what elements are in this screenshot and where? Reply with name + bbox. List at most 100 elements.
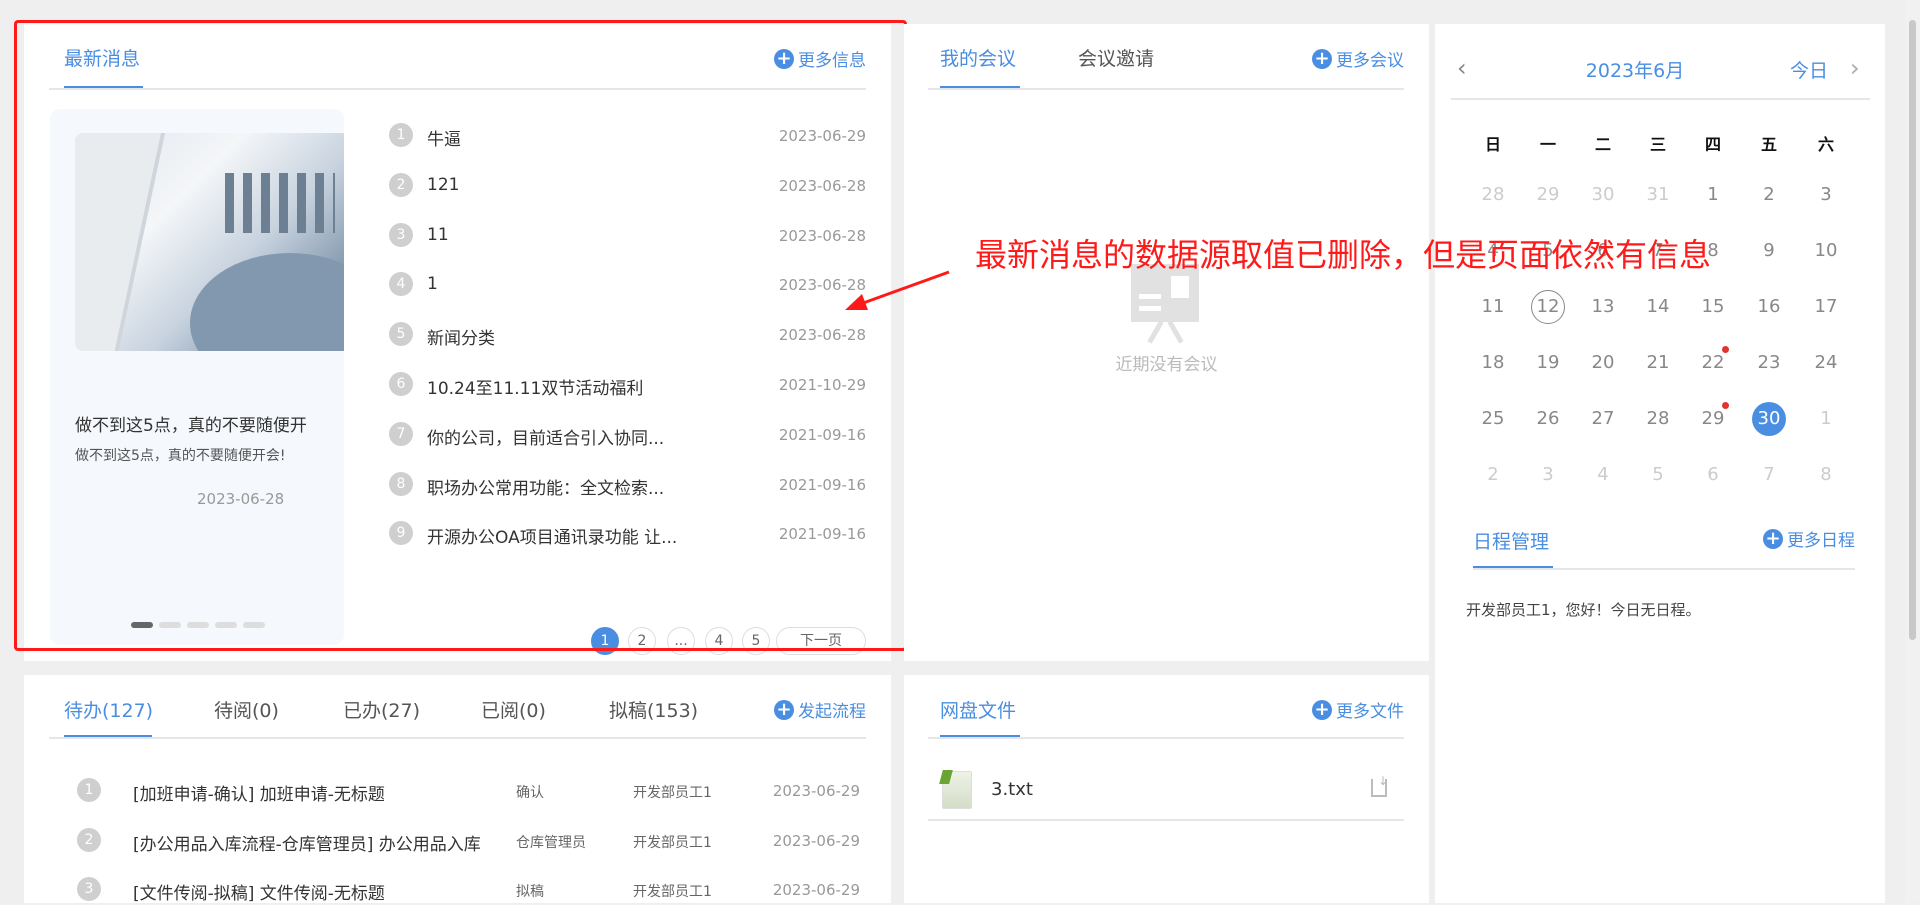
calendar-day[interactable]: 27	[1586, 402, 1620, 436]
calendar-day[interactable]: 5	[1641, 458, 1675, 492]
weekday-header: 六	[1817, 135, 1834, 154]
calendar-day-number: 3	[1820, 184, 1832, 205]
calendar-day[interactable]: 23	[1752, 346, 1786, 380]
calendar-day-number: 14	[1646, 296, 1670, 317]
workflow-row-title[interactable]: [文件传阅-拟稿] 文件传阅-无标题	[133, 879, 385, 904]
calendar-day-number: 29	[1701, 408, 1725, 429]
calendar-day[interactable]: 22	[1696, 346, 1730, 380]
calendar-day[interactable]: 19	[1531, 346, 1565, 380]
calendar-day[interactable]: 26	[1531, 402, 1565, 436]
workflow-row-date: 2023-06-29	[772, 831, 860, 850]
calendar-day-number: 2	[1487, 464, 1499, 485]
tab-my-meetings[interactable]: 我的会议	[940, 44, 1016, 71]
calendar-day[interactable]: 8	[1809, 458, 1843, 492]
file-name[interactable]: 3.txt	[991, 779, 1033, 800]
calendar-day[interactable]: 28	[1476, 178, 1510, 212]
calendar-day[interactable]: 14	[1641, 290, 1675, 324]
tab-netdisk-files[interactable]: 网盘文件	[940, 696, 1016, 723]
calendar-day[interactable]: 25	[1476, 402, 1510, 436]
text-file-icon	[939, 770, 972, 809]
workflow-row[interactable]: 1 [加班申请-确认] 加班申请-无标题 确认 开发部员工1 2023-06-29	[64, 778, 866, 806]
calendar-day-number: 24	[1814, 352, 1838, 373]
page-scrollbar[interactable]	[1905, 0, 1920, 903]
calendar-day[interactable]: 16	[1752, 290, 1786, 324]
calendar-day[interactable]: 30	[1752, 402, 1786, 436]
calendar-day[interactable]: 2	[1476, 458, 1510, 492]
today-button[interactable]: 今日	[1790, 56, 1828, 83]
plus-circle-icon: +	[1312, 699, 1332, 720]
weekday-header: 四	[1704, 135, 1721, 154]
calendar-day[interactable]: 1	[1696, 178, 1730, 212]
calendar-day[interactable]: 17	[1809, 290, 1843, 324]
next-month-icon[interactable]: ›	[1850, 54, 1860, 82]
calendar-day-number: 21	[1646, 352, 1670, 373]
divider	[928, 88, 1404, 90]
calendar-day[interactable]: 31	[1641, 178, 1675, 212]
more-files-button[interactable]: + 更多文件	[1312, 697, 1404, 722]
tab-done[interactable]: 已办(27)	[343, 696, 420, 723]
calendar-day[interactable]: 29	[1531, 178, 1565, 212]
calendar-day[interactable]: 30	[1586, 178, 1620, 212]
schedule-message: 开发部员工1，您好！今日无日程。	[1466, 601, 1701, 619]
calendar-day-number: 10	[1814, 240, 1838, 261]
divider	[1451, 98, 1870, 100]
calendar-day[interactable]: 29	[1696, 402, 1730, 436]
calendar-day-number: 23	[1757, 352, 1781, 373]
calendar-day[interactable]: 10	[1809, 234, 1843, 268]
workflow-row-user: 开发部员工1	[633, 785, 712, 801]
calendar-day[interactable]: 6	[1696, 458, 1730, 492]
calendar-day-number: 1	[1707, 184, 1719, 205]
meeting-panel: 我的会议 会议邀请 + 更多会议 近期没有会议	[904, 24, 1429, 661]
workflow-row-number: 2	[77, 827, 101, 852]
tab-read[interactable]: 已阅(0)	[481, 696, 546, 723]
more-schedule-button[interactable]: + 更多日程	[1763, 526, 1855, 551]
calendar-day[interactable]: 12	[1531, 290, 1565, 324]
scrollbar-thumb[interactable]	[1909, 20, 1916, 640]
tab-meeting-invites[interactable]: 会议邀请	[1078, 44, 1154, 71]
calendar-day[interactable]: 28	[1641, 402, 1675, 436]
calendar-day[interactable]: 15	[1696, 290, 1730, 324]
start-workflow-button[interactable]: + 发起流程	[774, 697, 866, 722]
calendar-panel: ‹ 2023年6月 今日 › 日一二三四五六 28 29 30 31 1 2 3 4 5 6 7 8 9 1…	[1435, 24, 1885, 903]
more-meetings-label: 更多会议	[1336, 51, 1404, 71]
tab-schedule[interactable]: 日程管理	[1473, 527, 1549, 554]
file-row[interactable]: 3.txt ↓	[928, 755, 1404, 821]
weekday-header: 二	[1594, 135, 1611, 154]
workflow-row[interactable]: 2 [办公用品入库流程-仓库管理员] 办公用品入库 仓库管理员 开发部员工1 2023-…	[64, 827, 866, 856]
calendar-day[interactable]: 24	[1809, 346, 1843, 380]
calendar-day[interactable]: 11	[1476, 290, 1510, 324]
calendar-day[interactable]: 13	[1586, 290, 1620, 324]
calendar-day-number: 17	[1814, 296, 1838, 317]
calendar-day-number: 13	[1591, 296, 1615, 317]
calendar-month-title: 2023年6月	[1585, 60, 1685, 82]
calendar-day[interactable]: 7	[1752, 458, 1786, 492]
workflow-row-user: 开发部员工1	[633, 884, 712, 900]
calendar-day[interactable]: 18	[1476, 346, 1510, 380]
tab-drafts[interactable]: 拟稿(153)	[609, 696, 698, 723]
workflow-row-node: 仓库管理员	[516, 834, 586, 851]
workflow-row-title[interactable]: [加班申请-确认] 加班申请-无标题	[133, 780, 385, 805]
calendar-day-number: 12	[1536, 296, 1560, 317]
tab-to-read[interactable]: 待阅(0)	[214, 696, 279, 723]
tab-todo[interactable]: 待办(127)	[64, 696, 153, 723]
calendar-day[interactable]: 20	[1586, 346, 1620, 380]
calendar-day[interactable]: 21	[1641, 346, 1675, 380]
more-schedule-label: 更多日程	[1787, 531, 1855, 551]
calendar-day[interactable]: 1	[1809, 402, 1843, 436]
workflow-row-number: 1	[77, 778, 101, 802]
calendar-day-number: 22	[1701, 352, 1725, 373]
divider	[1473, 568, 1855, 570]
calendar-day-number: 3	[1542, 464, 1554, 485]
calendar-day[interactable]: 2	[1752, 178, 1786, 212]
calendar-day[interactable]: 3	[1809, 178, 1843, 212]
prev-month-icon[interactable]: ‹	[1457, 54, 1467, 82]
more-meetings-button[interactable]: + 更多会议	[1312, 46, 1404, 71]
calendar-day[interactable]: 9	[1752, 234, 1786, 268]
calendar-day-number: 18	[1481, 352, 1505, 373]
calendar-day[interactable]: 4	[1586, 458, 1620, 492]
calendar-day[interactable]: 3	[1531, 458, 1565, 492]
calendar-day-number: 11	[1481, 296, 1505, 317]
download-icon[interactable]: ↓	[1371, 775, 1388, 797]
workflow-row-title[interactable]: [办公用品入库流程-仓库管理员] 办公用品入库	[133, 830, 481, 855]
workflow-row[interactable]: 3 [文件传阅-拟稿] 文件传阅-无标题 拟稿 开发部员工1 2023-06-29	[64, 877, 866, 905]
